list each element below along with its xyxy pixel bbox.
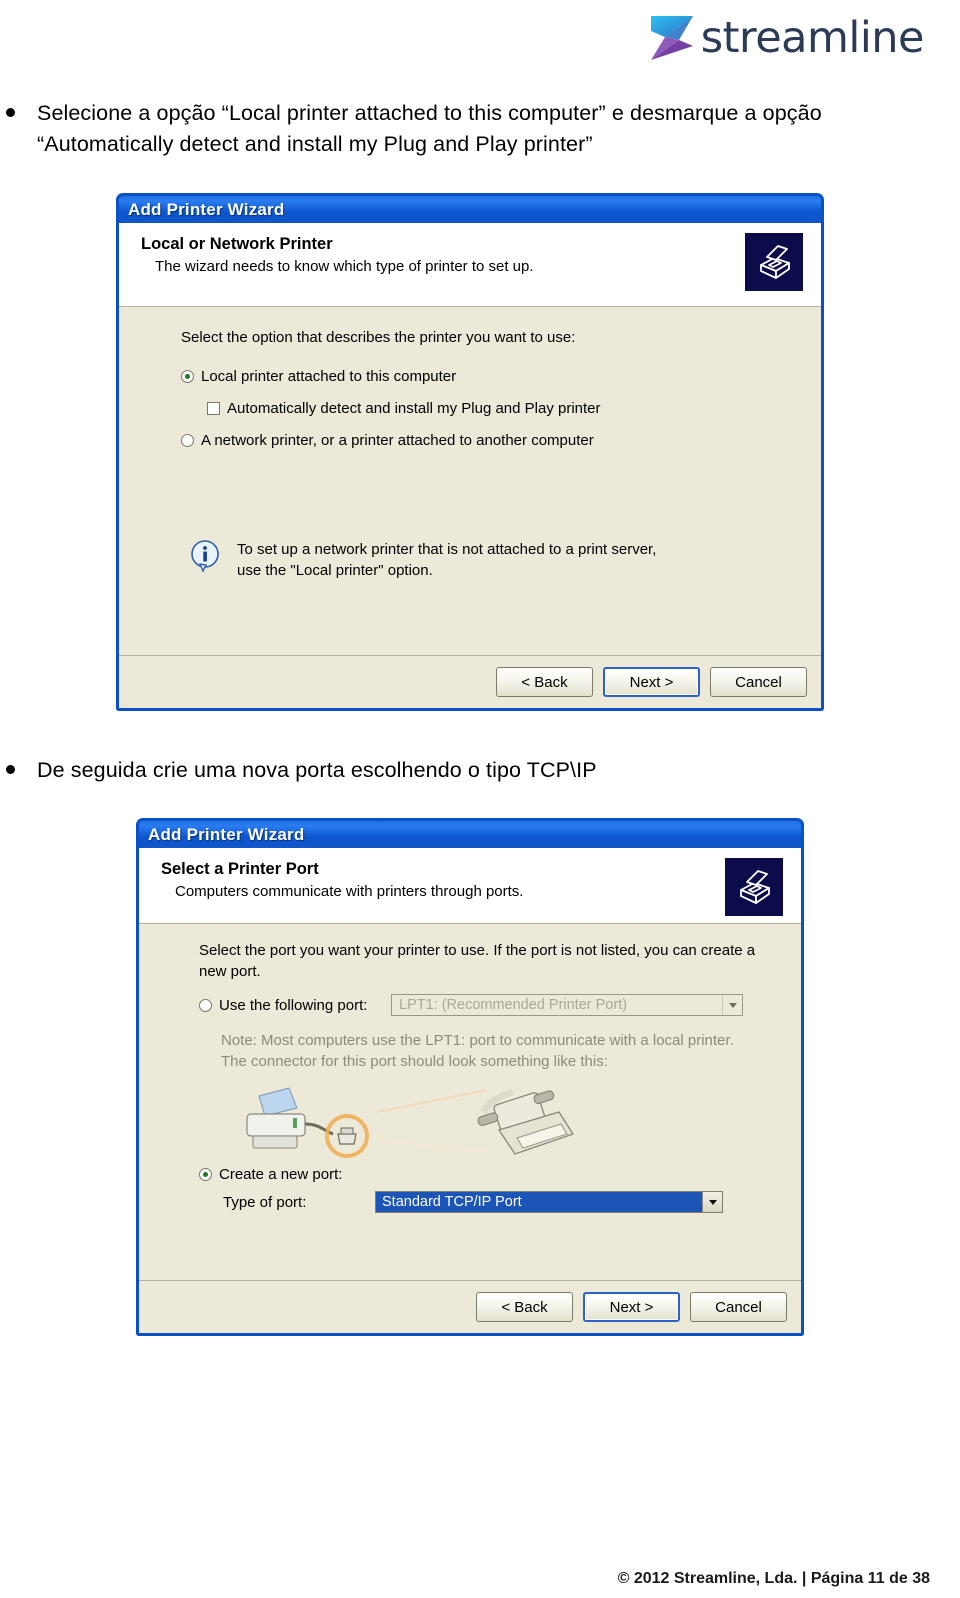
radio-local-printer[interactable] (181, 370, 194, 383)
port-type-value: Standard TCP/IP Port (376, 1192, 702, 1212)
type-of-port-label: Type of port: (223, 1193, 307, 1211)
brand-logo: streamline (649, 12, 925, 64)
dialog2-footer: < Back Next > Cancel (139, 1280, 801, 1333)
screenshot-add-printer-wizard-select-port: Add Printer Wizard Select a Printer Port… (136, 818, 804, 1336)
printer-icon (745, 233, 803, 291)
dialog2-note-line1: Note: Most computers use the LPT1: port … (221, 1032, 734, 1049)
instruction-bullet-2: De seguida crie uma nova porta escolhend… (6, 755, 766, 786)
type-of-port-row[interactable]: Type of port: Standard TCP/IP Port (223, 1191, 783, 1213)
dialog2-title: Add Printer Wizard (148, 824, 305, 844)
dialog1-info-line1: To set up a network printer that is not … (237, 541, 657, 558)
dialog1-prompt: Select the option that describes the pri… (181, 329, 576, 346)
back-button[interactable]: < Back (496, 667, 593, 697)
dialog2-header-title: Select a Printer Port (161, 860, 319, 878)
option-auto-detect-label: Automatically detect and install my Plug… (227, 400, 601, 417)
dialog2-window: Select a Printer Port Computers communic… (136, 848, 804, 1336)
option-network-printer[interactable]: A network printer, or a printer attached… (181, 430, 799, 451)
bullet-dot-icon (6, 108, 15, 117)
next-button[interactable]: Next > (603, 667, 700, 697)
next-button[interactable]: Next > (583, 1292, 680, 1322)
port-type-dropdown[interactable]: Standard TCP/IP Port (375, 1191, 723, 1213)
instruction-text-2: De seguida crie uma nova porta escolhend… (37, 758, 597, 782)
printer-icon (725, 858, 783, 916)
radio-create-new-port[interactable] (199, 1168, 212, 1181)
cancel-button[interactable]: Cancel (710, 667, 807, 697)
dialog2-header: Select a Printer Port Computers communic… (139, 848, 801, 924)
dialog2-prompt-line1: Select the port you want your printer to… (199, 942, 756, 959)
use-following-port-label: Use the following port: (219, 996, 368, 1014)
chevron-down-icon[interactable] (702, 1192, 722, 1212)
back-button[interactable]: < Back (476, 1292, 573, 1322)
option-local-printer[interactable]: Local printer attached to this computer (181, 366, 799, 387)
chevron-down-icon[interactable] (722, 995, 742, 1015)
dialog2-note-line2: The connector for this port should look … (221, 1053, 608, 1070)
printer-parallel-cable-illustration-icon (237, 1078, 783, 1160)
radio-use-following-port[interactable] (199, 998, 212, 1012)
dialog1-info-note: To set up a network printer that is not … (189, 539, 799, 581)
page-footer: © 2012 Streamline, Lda. | Página 11 de 3… (617, 1570, 930, 1587)
dialog1-footer: < Back Next > Cancel (119, 655, 821, 708)
dialog1-info-line2: use the "Local printer" option. (237, 562, 433, 579)
cancel-button[interactable]: Cancel (690, 1292, 787, 1322)
create-new-port-label: Create a new port: (219, 1166, 343, 1183)
use-following-port-row[interactable]: Use the following port: LPT1: (Recommend… (199, 994, 783, 1016)
dialog1-body: Select the option that describes the pri… (119, 307, 821, 581)
dialog1-title: Add Printer Wizard (128, 199, 285, 219)
info-icon (191, 540, 219, 573)
dialog2-body: Select the port you want your printer to… (139, 924, 801, 1213)
instruction-text-1: Selecione a opção “Local printer attache… (37, 101, 822, 156)
existing-port-dropdown[interactable]: LPT1: (Recommended Printer Port) (391, 994, 743, 1016)
dialog2-header-subtitle: Computers communicate with printers thro… (175, 883, 524, 900)
checkbox-auto-detect[interactable] (207, 402, 220, 415)
brand-name: streamline (700, 12, 925, 63)
streamline-arrow-logo-icon (650, 16, 693, 60)
dialog1-header-title: Local or Network Printer (141, 235, 333, 253)
option-network-printer-label: A network printer, or a printer attached… (201, 432, 594, 449)
dialog1-header-subtitle: The wizard needs to know which type of p… (155, 258, 534, 275)
create-new-port-row[interactable]: Create a new port: (199, 1164, 783, 1185)
dialog2-prompt-line2: new port. (199, 963, 261, 980)
dialog1-titlebar: Add Printer Wizard (116, 193, 824, 223)
instruction-bullet-1: Selecione a opção “Local printer attache… (6, 98, 936, 160)
radio-network-printer[interactable] (181, 434, 194, 447)
dialog1-window: Local or Network Printer The wizard need… (116, 223, 824, 711)
screenshot-add-printer-wizard-local-or-network: Add Printer Wizard Local or Network Prin… (116, 193, 824, 711)
dialog2-titlebar: Add Printer Wizard (136, 818, 804, 848)
bullet-dot-icon (6, 765, 15, 774)
dialog1-header: Local or Network Printer The wizard need… (119, 223, 821, 307)
existing-port-value: LPT1: (Recommended Printer Port) (399, 997, 628, 1013)
option-local-printer-label: Local printer attached to this computer (201, 368, 457, 385)
option-auto-detect-plug-and-play[interactable]: Automatically detect and install my Plug… (207, 398, 799, 419)
